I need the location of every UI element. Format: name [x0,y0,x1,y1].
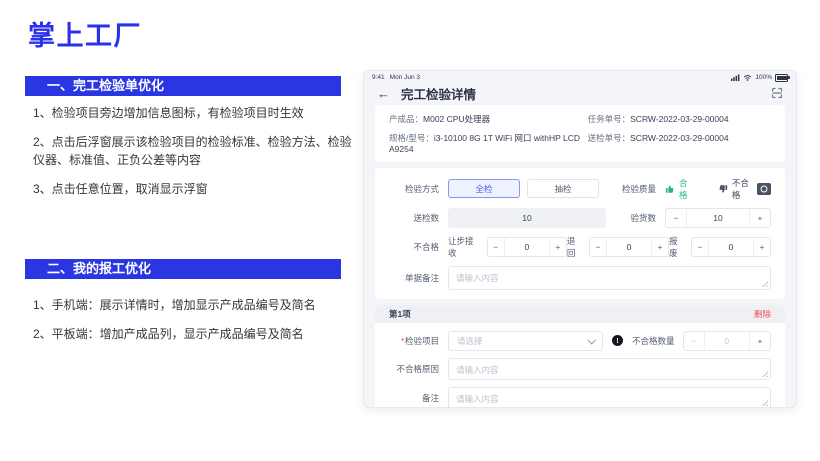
unqualified-qty-label: 不合格数量 [632,335,675,347]
return-group: 退回 − 0 + [567,235,669,259]
sent-qty-input: 10 [448,208,606,228]
inspection-item-select[interactable]: 请选择 [448,331,603,351]
app-content: 产成品：M002 CPU处理器 任务单号：SCRW-2022-03-29-000… [364,103,796,409]
section-2-bullets: 1、手机端：展示详情时，增加显示产成品编号及简名 2、平板端：增加产成品列，显示… [33,296,357,353]
method-full-button[interactable]: 全检 [448,179,520,198]
spec-label: 规格/型号： [389,133,434,143]
item-title: 第1项 [389,308,411,320]
product-value: M002 CPU处理器 [423,114,490,124]
battery-icon [775,74,788,82]
reason-label: 不合格原因 [389,363,439,375]
unqualified-qty-stepper: − 0 + [683,331,771,351]
return-value[interactable]: 0 [607,238,651,256]
scrap-stepper: − 0 + [691,237,771,257]
send-no-label: 送检单号： [588,133,631,143]
doc-note-field [448,266,771,290]
note-field [448,387,771,409]
camera-icon[interactable] [757,183,771,195]
minus-button[interactable]: − [684,332,705,350]
plus-button[interactable]: + [651,238,668,256]
delete-item-button[interactable]: 删除 [754,308,771,320]
note-label: 备注 [389,392,439,404]
back-icon[interactable]: ← [377,87,390,100]
minus-button[interactable]: − [692,238,709,256]
thumb-down-icon [718,184,728,194]
plus-button[interactable]: + [753,238,770,256]
inspection-item-card: 第1项 删除 *检验项目 请选择 不合格数量 − 0 + [375,305,785,409]
scan-icon[interactable] [771,87,783,99]
bullet: 1、检验项目旁边增加信息图标，有检验项目时生效 [33,104,357,123]
sent-qty-label: 送检数 [389,212,439,224]
plus-button[interactable]: + [749,332,770,350]
send-no-value: SCRW-2022-03-29-00004 [630,133,728,143]
minus-button[interactable]: − [666,209,687,227]
quality-fail-label: 不合格 [732,177,757,201]
scrap-value[interactable]: 0 [709,238,753,256]
quality-pass-label: 合格 [679,177,696,201]
note-textarea[interactable] [449,388,770,408]
required-mark: * [401,336,404,346]
concession-label: 让步接收 [448,235,481,259]
tablet-mockup: 9:41 Mon Jun 3 100% ← 完工检验详情 产成品：M002 CP… [363,70,797,408]
reason-field [448,358,771,380]
inspection-form-card: 检验方式 全检 抽检 检验质量 合格 不合格 [375,168,785,299]
concession-value[interactable]: 0 [505,238,549,256]
return-label: 退回 [567,235,583,259]
task-no-label: 任务单号： [588,114,631,124]
status-time: 9:41 [372,74,385,81]
return-stepper: − 0 + [589,237,669,257]
concession-group: 让步接收 − 0 + [448,235,567,259]
status-bar: 9:41 Mon Jun 3 100% [364,71,796,82]
plus-button[interactable]: + [749,209,770,227]
bullet: 3、点击任意位置，取消显示浮窗 [33,180,357,199]
quality-pass-option[interactable]: 合格 [665,177,696,201]
quality-fail-option[interactable]: 不合格 [718,177,757,201]
quality-label: 检验质量 [606,183,656,195]
section-2-heading: 二、我的报工优化 [25,259,341,279]
concession-stepper: − 0 + [487,237,567,257]
method-sample-button[interactable]: 抽检 [527,179,599,198]
app-title: 完工检验详情 [401,84,476,103]
signal-icon [731,74,740,81]
section-1-bullets: 1、检验项目旁边增加信息图标，有检验项目时生效 2、点击后浮窗展示该检验项目的检… [33,104,357,208]
bullet: 2、平板端：增加产成品列，显示产成品编号及简名 [33,325,357,344]
item-select-label: *检验项目 [389,335,439,347]
info-icon[interactable] [612,335,623,346]
minus-button[interactable]: − [590,238,607,256]
select-placeholder: 请选择 [457,335,483,347]
task-no-value: SCRW-2022-03-29-00004 [630,114,728,124]
bullet: 2、点击后浮窗展示该检验项目的检验标准、检验方法、检验仪器、标准值、正负公差等内… [33,133,357,170]
page-title: 掌上工厂 [28,14,142,53]
unqualified-qty-value[interactable]: 0 [705,332,749,350]
scrap-group: 报废 − 0 + [669,235,771,259]
bullet: 1、手机端：展示详情时，增加显示产成品编号及简名 [33,296,357,315]
method-segment: 全检 抽检 [448,179,606,198]
battery-percent: 100% [755,74,772,81]
minus-button[interactable]: − [488,238,505,256]
inspected-qty-value[interactable]: 10 [687,209,749,227]
reason-textarea[interactable] [449,359,770,379]
inspected-qty-label: 验货数 [606,212,656,224]
status-date: Mon Jun 3 [390,74,420,81]
order-info-card: 产成品：M002 CPU处理器 任务单号：SCRW-2022-03-29-000… [375,105,785,162]
scrap-label: 报废 [669,235,685,259]
product-label: 产成品： [389,114,423,124]
inspected-qty-stepper: − 10 + [665,208,771,228]
unqualified-label: 不合格 [389,241,439,253]
doc-note-textarea[interactable] [449,267,770,289]
chevron-down-icon [587,336,595,344]
thumb-up-icon [665,184,675,194]
section-1-heading: 一、完工检验单优化 [25,76,341,96]
method-label: 检验方式 [389,183,439,195]
wifi-icon [743,74,752,81]
plus-button[interactable]: + [549,238,566,256]
item-header-strip: 第1项 删除 [375,305,785,323]
doc-note-label: 单据备注 [389,272,439,284]
app-header: ← 完工检验详情 [364,82,796,103]
